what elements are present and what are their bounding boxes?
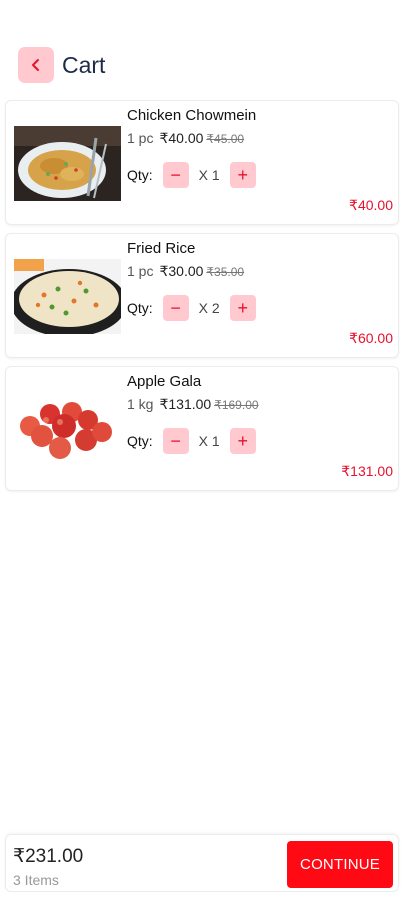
quantity-stepper: Qty: − X 2 + [127,295,392,321]
checkout-bar: ₹231.00 3 Items CONTINUE [5,834,399,892]
item-info: Apple Gala 1 kg ₹131.00 ₹169.00 Qty: − X… [127,373,392,454]
minus-icon: − [170,165,181,185]
item-price: ₹30.00 [159,263,204,279]
item-mrp: ₹35.00 [206,265,245,279]
qty-value: 1 [211,167,220,183]
quantity-stepper: Qty: − X 1 + [127,162,392,188]
item-unit: 1 pc [127,130,154,146]
minus-icon: − [170,298,181,318]
decrease-qty-button[interactable]: − [162,428,189,454]
qty-label: Qty: [127,167,153,183]
item-unit: 1 pc [127,263,154,279]
back-button[interactable] [18,47,54,83]
cart-item: Chicken Chowmein 1 pc ₹40.00 ₹45.00 Qty:… [5,100,399,225]
apples-image [14,392,121,467]
quantity-stepper: Qty: − X 1 + [127,428,392,454]
item-info: Chicken Chowmein 1 pc ₹40.00 ₹45.00 Qty:… [127,107,392,188]
qty-label: Qty: [127,300,153,316]
page-title: Cart [62,51,106,78]
cart-item: Apple Gala 1 kg ₹131.00 ₹169.00 Qty: − X… [5,366,399,491]
item-name: Chicken Chowmein [127,107,257,124]
header: Cart [18,47,105,83]
item-price: ₹40.00 [159,130,204,146]
qty-value: 2 [211,300,220,316]
minus-icon: − [170,431,181,451]
item-mrp: ₹169.00 [214,398,259,412]
qty-label: Qty: [127,433,153,449]
increase-qty-button[interactable]: + [229,295,256,321]
item-count: 3 Items [13,872,59,888]
qty-multiplier: X 1 [198,433,220,449]
increase-qty-button[interactable]: + [229,428,256,454]
qty-multiplier: X 1 [198,167,220,183]
continue-button[interactable]: CONTINUE [287,841,393,888]
plus-icon: + [237,431,248,451]
chowmein-image [14,126,121,201]
cart-list: Chicken Chowmein 1 pc ₹40.00 ₹45.00 Qty:… [5,100,399,499]
cart-total: ₹231.00 [13,846,84,867]
item-name: Apple Gala [127,373,202,390]
item-price: ₹131.00 [159,396,212,412]
qty-value: 1 [211,433,220,449]
price-row: 1 pc ₹30.00 ₹35.00 [127,262,392,281]
price-row: 1 pc ₹40.00 ₹45.00 [127,129,392,148]
item-unit: 1 kg [127,396,154,412]
line-total: ₹131.00 [341,463,393,479]
price-row: 1 kg ₹131.00 ₹169.00 [127,395,392,414]
line-total: ₹40.00 [349,197,393,213]
item-info: Fried Rice 1 pc ₹30.00 ₹35.00 Qty: − X 2… [127,240,392,321]
plus-icon: + [237,298,248,318]
qty-multiplier: X 2 [198,300,220,316]
decrease-qty-button[interactable]: − [162,162,189,188]
line-total: ₹60.00 [349,330,393,346]
increase-qty-button[interactable]: + [229,162,256,188]
cart-item: Fried Rice 1 pc ₹30.00 ₹35.00 Qty: − X 2… [5,233,399,358]
chevron-left-icon [32,59,39,71]
item-mrp: ₹45.00 [206,132,245,146]
fried-rice-image [14,259,121,334]
plus-icon: + [237,165,248,185]
item-name: Fried Rice [127,240,196,257]
decrease-qty-button[interactable]: − [162,295,189,321]
